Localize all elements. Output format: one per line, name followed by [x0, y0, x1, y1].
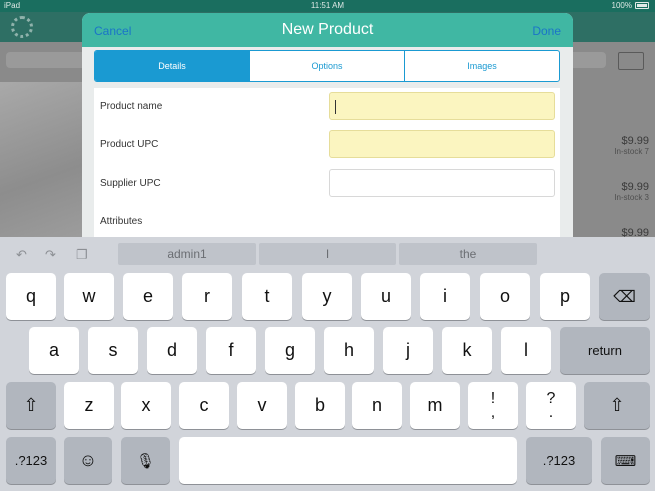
return-key[interactable]: return	[560, 327, 650, 374]
microphone-icon: 🎙︎	[135, 452, 156, 470]
new-product-modal: Cancel New Product Done Details Options …	[82, 13, 573, 237]
key-n[interactable]: n	[352, 382, 402, 429]
tab-options[interactable]: Options	[249, 51, 404, 81]
gear-icon	[11, 16, 33, 38]
undo-icon[interactable]: ↶	[16, 247, 27, 263]
tab-details[interactable]: Details	[95, 51, 249, 81]
product-name-input[interactable]	[329, 92, 555, 120]
key-d[interactable]: d	[147, 327, 197, 374]
redo-icon[interactable]: ↷	[45, 247, 56, 263]
key-lower: .	[548, 403, 554, 421]
key-r[interactable]: r	[182, 273, 232, 320]
key-k[interactable]: k	[442, 327, 492, 374]
key-h[interactable]: h	[324, 327, 374, 374]
product-upc-input[interactable]	[329, 130, 555, 158]
key-b[interactable]: b	[295, 382, 345, 429]
key-l[interactable]: l	[501, 327, 551, 374]
shift-icon: ⇧	[609, 395, 625, 415]
numbers-key-right[interactable]: .?123	[526, 437, 592, 484]
key-c[interactable]: c	[179, 382, 229, 429]
key-s[interactable]: s	[88, 327, 138, 374]
clock: 11:51 AM	[310, 1, 345, 10]
prediction-3[interactable]: the	[399, 243, 537, 265]
key-question-period[interactable]: ? .	[526, 382, 576, 429]
key-g[interactable]: g	[265, 327, 315, 374]
product-upc-row: Product UPC	[94, 126, 560, 164]
key-m[interactable]: m	[410, 382, 460, 429]
tab-images[interactable]: Images	[404, 51, 559, 81]
shift-icon: ⇧	[23, 395, 39, 415]
tab-bar: Details Options Images	[94, 50, 560, 82]
backspace-icon: ⌫	[613, 288, 636, 306]
details-form: Product name Product UPC Supplier UPC At…	[94, 88, 560, 237]
product-name-row: Product name	[94, 88, 560, 126]
key-f[interactable]: f	[206, 327, 256, 374]
key-z[interactable]: z	[64, 382, 114, 429]
key-q[interactable]: q	[6, 273, 56, 320]
product-upc-label: Product UPC	[100, 139, 159, 150]
supplier-upc-input[interactable]	[329, 169, 555, 197]
key-lower: ,	[490, 403, 496, 421]
battery-status: 100%	[612, 1, 649, 10]
onscreen-keyboard: ↶ ↷ ❐ admin1 I the q w e r t y u i o p ⌫…	[0, 237, 655, 491]
background-price-2: $9.99 In-stock 3	[614, 181, 649, 202]
done-button[interactable]: Done	[532, 24, 561, 38]
key-u[interactable]: u	[361, 273, 411, 320]
emoji-key[interactable]: ☺	[64, 437, 112, 484]
dictation-key[interactable]: 🎙︎	[121, 437, 170, 484]
status-bar: iPad 11:51 AM 100%	[0, 0, 655, 12]
key-j[interactable]: j	[383, 327, 433, 374]
shift-key-left[interactable]: ⇧	[6, 382, 56, 429]
key-t[interactable]: t	[242, 273, 292, 320]
price-text: $9.99	[621, 181, 649, 193]
backspace-key[interactable]: ⌫	[599, 273, 650, 320]
price-text: $9.99	[621, 135, 649, 147]
attributes-label: Attributes	[100, 216, 143, 227]
emoji-icon: ☺	[78, 450, 98, 470]
key-y[interactable]: y	[302, 273, 352, 320]
hide-keyboard-key[interactable]: ⌨	[601, 437, 650, 484]
modal-header: Cancel New Product Done	[82, 13, 573, 47]
key-w[interactable]: w	[64, 273, 114, 320]
background-price-1: $9.99 In-stock 7	[614, 135, 649, 156]
attributes-row[interactable]: Attributes	[94, 203, 560, 237]
stock-text: In-stock 7	[614, 147, 649, 156]
key-a[interactable]: a	[29, 327, 79, 374]
key-x[interactable]: x	[121, 382, 171, 429]
keyboard-hide-icon: ⌨	[614, 452, 637, 470]
text-cursor	[335, 100, 336, 114]
stock-text: In-stock 3	[614, 193, 649, 202]
box-icon	[618, 52, 644, 70]
key-v[interactable]: v	[237, 382, 287, 429]
key-p[interactable]: p	[540, 273, 590, 320]
battery-icon	[635, 2, 649, 9]
prediction-2[interactable]: I	[259, 243, 396, 265]
modal-title: New Product	[281, 21, 374, 38]
product-name-label: Product name	[100, 101, 163, 112]
prediction-1[interactable]: admin1	[118, 243, 256, 265]
supplier-upc-label: Supplier UPC	[100, 178, 161, 189]
supplier-upc-row: Supplier UPC	[94, 165, 560, 203]
battery-percent: 100%	[611, 1, 632, 10]
key-i[interactable]: i	[420, 273, 470, 320]
shift-key-right[interactable]: ⇧	[584, 382, 650, 429]
paste-icon[interactable]: ❐	[76, 247, 88, 263]
numbers-key-left[interactable]: .?123	[6, 437, 56, 484]
key-o[interactable]: o	[480, 273, 530, 320]
space-key[interactable]	[179, 437, 517, 484]
key-exclaim-comma[interactable]: ! ,	[468, 382, 518, 429]
key-e[interactable]: e	[123, 273, 173, 320]
background-product-image	[0, 82, 90, 237]
shortcut-bar: ↶ ↷ ❐ admin1 I the	[0, 237, 655, 269]
